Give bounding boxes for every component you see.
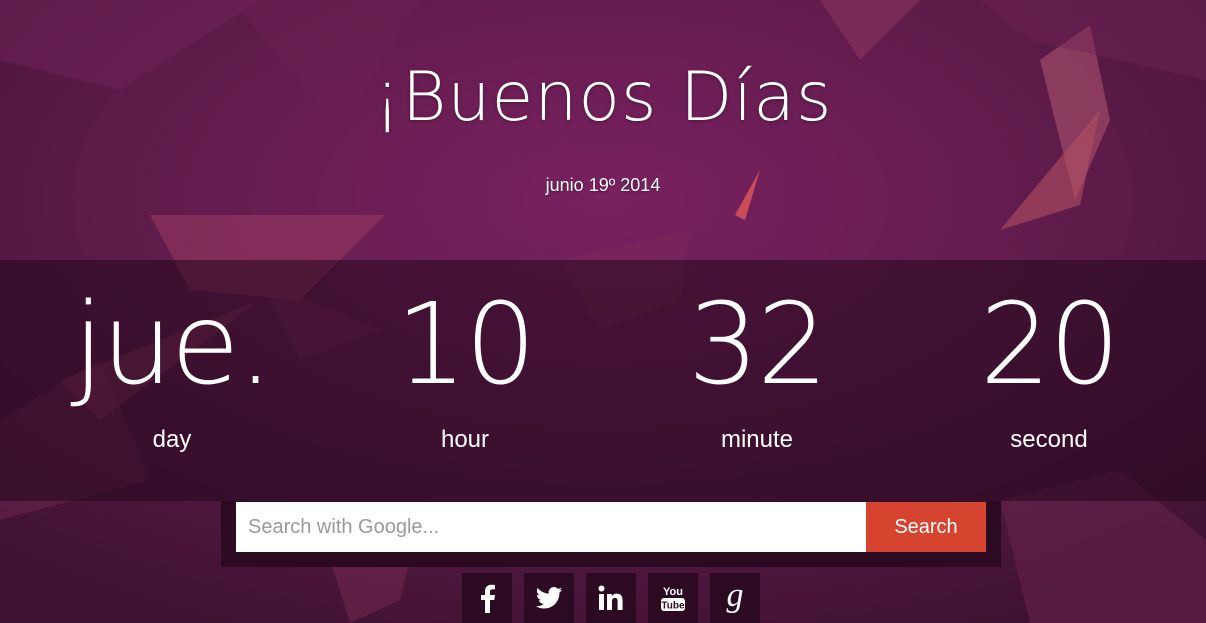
google-plus-icon: g xyxy=(726,577,744,614)
google-plus-button[interactable]: g xyxy=(710,573,760,623)
svg-text:You: You xyxy=(663,586,683,598)
social-links: You Tube g xyxy=(462,573,762,623)
clock-hour-label: hour xyxy=(440,426,490,453)
date-label: junio 19º 2014 xyxy=(545,175,661,195)
clock-second: 20 second xyxy=(903,260,1195,501)
clock-minute-value: 32 xyxy=(687,280,829,410)
clock-minute-label: minute xyxy=(720,426,794,453)
youtube-button[interactable]: You Tube xyxy=(648,573,698,623)
clock-hour: 10 hour xyxy=(319,260,611,501)
linkedin-icon xyxy=(598,585,623,610)
clock-hour-value: 10 xyxy=(395,280,537,410)
greeting-title: ¡Buenos Días xyxy=(373,58,833,137)
youtube-icon: You Tube xyxy=(661,586,685,612)
twitter-button[interactable] xyxy=(524,573,574,623)
facebook-button[interactable] xyxy=(462,573,512,623)
search-button[interactable]: Search xyxy=(866,502,986,552)
facebook-icon xyxy=(481,584,495,613)
clock-day: jue. day xyxy=(26,260,318,501)
search-input[interactable] xyxy=(236,502,866,552)
clock-day-value: jue. xyxy=(72,280,274,410)
clock-second-label: second xyxy=(1010,426,1088,453)
clock-second-value: 20 xyxy=(979,280,1121,410)
clock: jue. day 10 hour 32 minute 20 second xyxy=(0,260,1206,501)
twitter-icon xyxy=(535,587,563,609)
linkedin-button[interactable] xyxy=(586,573,636,623)
clock-minute: 32 minute xyxy=(611,260,903,501)
clock-day-label: day xyxy=(152,426,192,453)
svg-text:Tube: Tube xyxy=(661,601,685,612)
search-bar: Search xyxy=(221,501,1001,567)
